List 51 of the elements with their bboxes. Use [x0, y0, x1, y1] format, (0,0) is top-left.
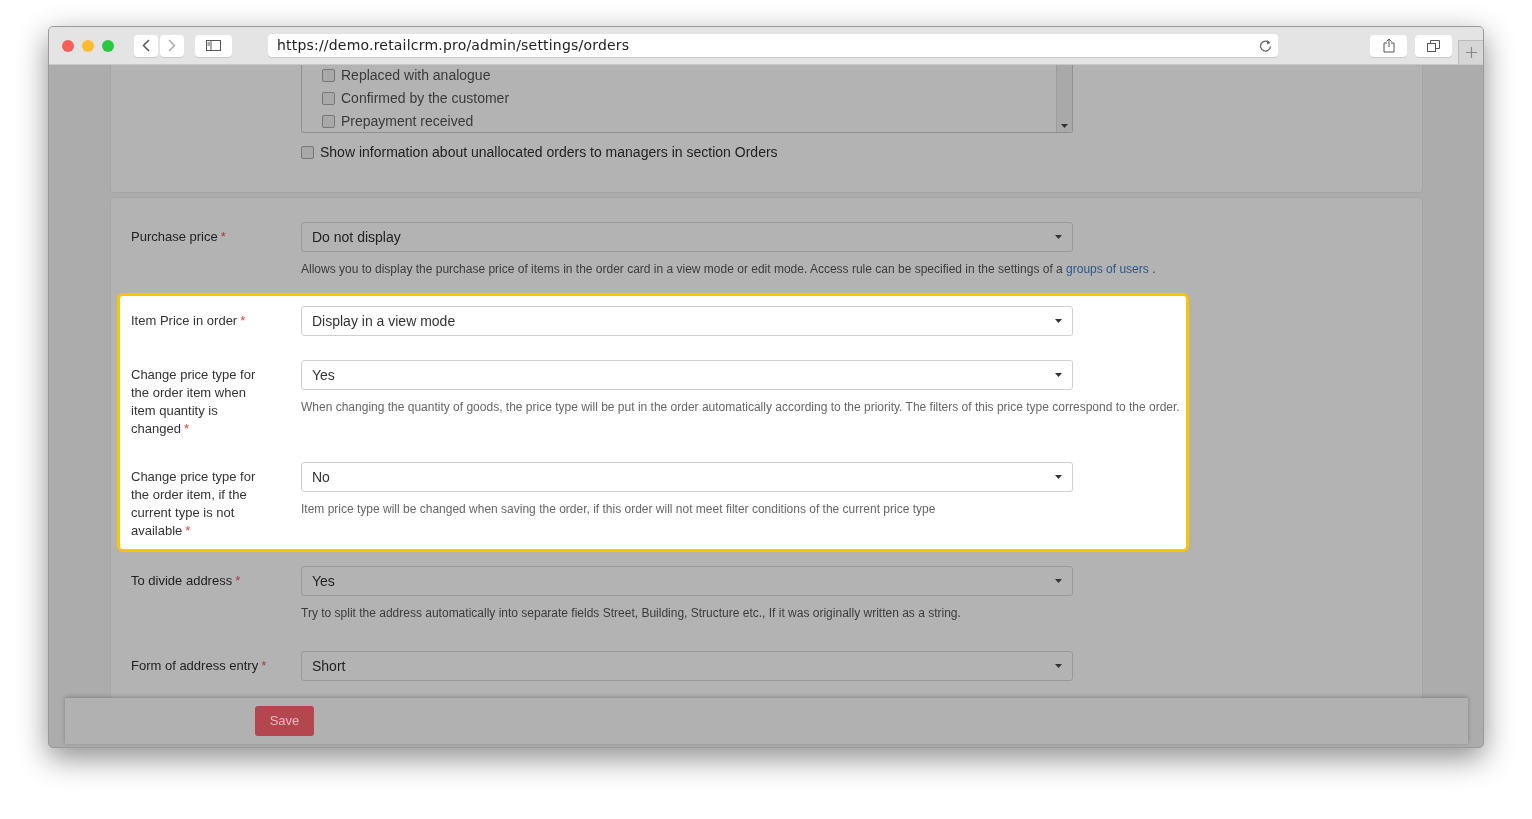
reload-icon[interactable] — [1259, 39, 1272, 52]
share-button[interactable] — [1370, 34, 1407, 57]
tabs-icon — [1427, 39, 1440, 52]
sidebar-icon — [206, 40, 221, 51]
dropdown-select[interactable]: Short — [301, 651, 1073, 681]
field-label: Form of address entry * — [131, 657, 268, 675]
field-label: Change price type for the order item when item quantity is changed * — [131, 366, 257, 438]
help-text: When changing the quantity of goods, the price type will be put in the order automatically according to the priority. The filters of this price type correspond to the order. — [301, 399, 1181, 416]
checkbox-label: Confirmed by the customer — [341, 89, 510, 108]
share-icon — [1382, 38, 1395, 53]
help-text: Allows you to display the purchase price of items in the order card in a view mode or edit mode. Access rule can be specified in the settings of a groups of users . — [301, 261, 1157, 278]
checkbox[interactable] — [322, 115, 335, 128]
dropdown-select[interactable]: Yes — [301, 360, 1073, 390]
checkbox-label: Replaced with analogue — [341, 66, 491, 85]
forward-button[interactable] — [160, 34, 184, 57]
dropdown-select[interactable]: Yes — [301, 566, 1073, 596]
maximize-window-icon[interactable] — [102, 39, 114, 52]
field-label: Purchase price * — [131, 228, 227, 246]
field-label: Item Price in order * — [131, 312, 247, 330]
address-bar[interactable]: https://demo.retailcrm.pro/admin/settings/orders — [268, 34, 1278, 57]
dropdown-select[interactable]: Display in a view mode — [301, 306, 1073, 336]
back-button[interactable] — [134, 34, 158, 57]
checkbox-label: Prepayment received — [341, 112, 474, 131]
caret-icon — [1055, 664, 1062, 668]
dropdown-select[interactable]: No — [301, 462, 1073, 492]
scrollbar[interactable] — [1056, 65, 1072, 132]
help-text: Item price type will be changed when saving the order, if this order will not meet filter conditions of the current price type — [301, 501, 937, 518]
checkbox-label: Show information about unallocated orders to managers in section Orders — [320, 142, 778, 162]
tabs-overview-button[interactable] — [1415, 34, 1452, 57]
scroll-down-icon[interactable] — [1061, 124, 1068, 128]
forward-icon — [168, 39, 176, 52]
checkbox[interactable] — [301, 145, 314, 159]
dropdown-select[interactable]: Do not display — [301, 222, 1073, 252]
caret-icon — [1055, 373, 1062, 377]
back-icon — [142, 39, 150, 52]
help-text: Try to split the address automatically into separate fields Street, Building, Structure etc., If it was originally written as a string. — [301, 605, 962, 622]
checkbox[interactable] — [322, 92, 335, 105]
caret-icon — [1055, 319, 1062, 323]
field-label: Change price type for the order item, if the current type is not available * — [131, 468, 257, 540]
caret-icon — [1055, 235, 1062, 239]
field-label: To divide address * — [131, 572, 242, 590]
caret-icon — [1055, 475, 1062, 479]
caret-icon — [1055, 579, 1062, 583]
checkbox[interactable] — [322, 69, 335, 82]
sidebar-button[interactable] — [195, 34, 232, 57]
close-window-icon[interactable] — [62, 39, 74, 52]
minimize-window-icon[interactable] — [82, 39, 94, 52]
new-tab-button[interactable] — [1458, 40, 1483, 64]
plus-icon — [1465, 47, 1477, 58]
url-text: https://demo.retailcrm.pro/admin/settings/orders — [277, 36, 631, 55]
groups-link[interactable]: groups of users — [1066, 262, 1149, 276]
